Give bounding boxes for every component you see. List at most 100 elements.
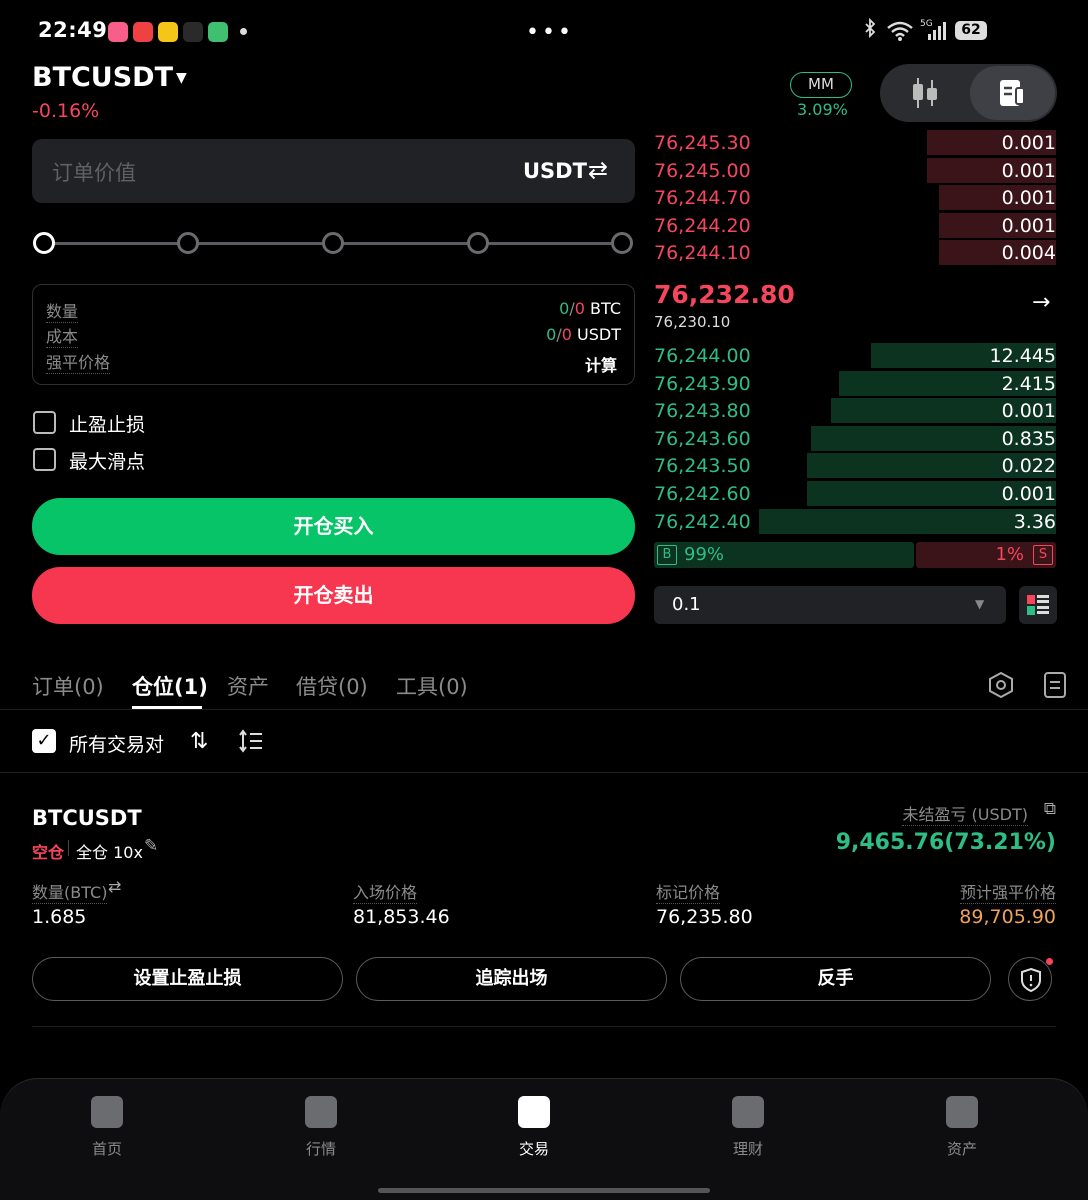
precision-select[interactable]: 0.1 [654,586,1006,624]
open-short-button[interactable]: 开仓卖出 [32,567,635,624]
divider [68,840,69,856]
bid-price: 76,242.40 [654,510,751,533]
tab-4[interactable]: 工具(0) [396,671,468,701]
bid-qty: 2.415 [1001,372,1056,395]
nav-item-3[interactable]: 理财 [698,1096,798,1159]
ask-qty: 0.001 [1001,132,1056,154]
slider-knob-50[interactable] [322,232,344,254]
swap-unit-icon[interactable]: ⇄ [588,156,608,184]
app-notification-icon [158,22,178,42]
tab-2[interactable]: 资产 [227,671,269,701]
bid-row[interactable]: 76,242.60 0.001 [654,480,1056,507]
tab-3[interactable]: 借贷(0) [296,671,368,701]
divider [0,709,1088,710]
tpsl-checkbox[interactable] [33,411,56,434]
ask-row[interactable]: 76,244.70 0.001 [654,184,1056,211]
book-layout-icon [1027,595,1049,615]
tab-0[interactable]: 订单(0) [32,671,104,701]
ask-qty: 0.001 [1001,159,1056,182]
bid-qty: 3.36 [1013,510,1056,533]
divider [32,1026,1056,1027]
bid-price: 76,243.90 [654,372,751,395]
bid-price: 76,243.80 [654,400,751,423]
chart-icon [305,1096,337,1128]
more-icon[interactable]: ••• [526,20,574,45]
bid-qty: 0.001 [1001,400,1056,423]
sort-icon[interactable]: ⇅ [190,729,208,754]
entry-price-label: 入场价格 [353,879,418,904]
reverse-button[interactable]: 反手 [680,957,991,1001]
notification-dot-icon [240,28,247,35]
bid-row[interactable]: 76,243.50 0.022 [654,452,1056,479]
position-symbol: BTCUSDT [32,806,142,830]
nav-item-0[interactable]: 首页 [57,1096,157,1159]
arrow-right-icon[interactable]: → [1032,290,1050,315]
nav-label: 行情 [305,1140,336,1158]
book-layout-button[interactable] [1019,586,1057,624]
nav-item-1[interactable]: 行情 [271,1096,371,1159]
share-icon[interactable]: ⧉ [1044,799,1056,819]
bid-qty: 0.835 [1001,427,1056,450]
trailing-stop-button[interactable]: 追踪出场 [356,957,667,1001]
bid-row[interactable]: 76,243.90 2.415 [654,370,1056,397]
slider-knob-75[interactable] [467,232,489,254]
pnl-value: 9,465.76(73.21%) [835,830,1056,855]
protect-button[interactable] [1008,957,1052,1001]
sell-ratio: 1% [995,544,1024,565]
document-icon[interactable] [998,78,1026,112]
bid-row[interactable]: 76,242.40 3.36 [654,508,1056,535]
bid-row[interactable]: 76,243.60 0.835 [654,425,1056,452]
calc-button[interactable]: 计算 [585,352,617,376]
candlestick-icon[interactable] [910,76,940,114]
ask-price: 76,244.20 [654,214,751,237]
slider-knob-25[interactable] [177,232,199,254]
symbol-dropdown-icon[interactable]: ▼ [176,70,187,86]
mm-badge[interactable]: MM [790,72,852,98]
mark-price-label: 标记价格 [656,879,721,904]
all-pairs-label: 所有交易对 [69,734,165,756]
order-unit-label[interactable]: USDT [523,159,587,183]
nav-item-2[interactable]: 交易 [484,1096,584,1159]
slider-knob-100[interactable] [611,232,633,254]
swap-icon[interactable]: ⇄ [108,877,121,896]
order-value-placeholder: 订单价值 [52,161,136,185]
slider-knob-0[interactable] [33,232,55,254]
set-tpsl-button[interactable]: 设置止盈止损 [32,957,343,1001]
ask-row[interactable]: 76,244.20 0.001 [654,212,1056,239]
nav-label: 首页 [91,1140,122,1158]
ask-price: 76,245.00 [654,159,751,182]
all-pairs-checkbox[interactable]: ✓ [32,729,56,753]
svg-text:5G: 5G [920,19,933,29]
home-indicator [378,1188,710,1193]
ask-row[interactable]: 76,245.00 0.001 [654,157,1056,184]
margin-mode[interactable]: 全仓 10x [76,839,143,863]
ask-price: 76,244.10 [654,242,751,265]
tpsl-label: 止盈止损 [69,414,146,436]
nav-item-4[interactable]: 资产 [912,1096,1012,1159]
filter-list-icon[interactable] [238,728,264,758]
ask-price: 76,244.70 [654,187,751,210]
ask-row[interactable]: 76,244.10 0.004 [654,239,1056,266]
liq-price-est-value: 89,705.90 [959,906,1056,928]
nav-label: 资产 [946,1140,977,1158]
edit-icon[interactable]: ✎ [144,836,158,856]
slippage-label: 最大滑点 [69,451,146,473]
history-icon[interactable] [1043,671,1067,703]
mm-value: 3.09% [797,100,848,119]
bid-row[interactable]: 76,243.80 0.001 [654,397,1056,424]
entry-price-value: 81,853.46 [353,906,450,928]
ask-row[interactable]: 76,245.30 0.001 [654,129,1056,156]
size-value: 1.685 [32,906,87,928]
cost-value: 0/0 USDT [546,325,621,344]
ask-price: 76,245.30 [654,132,751,154]
bid-row[interactable]: 76,244.00 12.445 [654,342,1056,369]
position-side: 空仓 [32,843,65,862]
settings-icon[interactable] [987,671,1015,703]
slippage-checkbox[interactable] [33,448,56,471]
order-info-box [32,284,635,385]
tab-1[interactable]: 仓位(1) [132,671,208,701]
open-long-button[interactable]: 开仓买入 [32,498,635,555]
chevron-down-icon[interactable]: ▼ [975,597,984,611]
symbol-title[interactable]: BTCUSDT [32,62,173,93]
mark-price: 76,230.10 [654,313,731,331]
